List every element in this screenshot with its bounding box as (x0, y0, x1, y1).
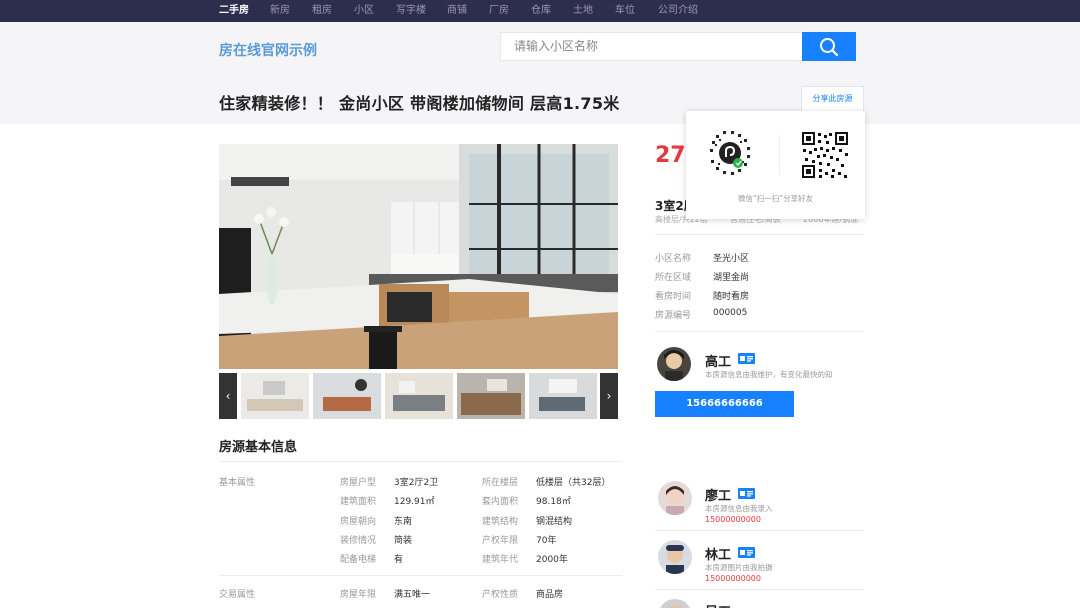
info-value: 98.18㎡ (536, 497, 571, 507)
avatar[interactable] (658, 540, 692, 574)
divider (655, 331, 864, 332)
basic-info-title: 房源基本信息 (219, 440, 298, 455)
agent-phone[interactable]: 15000000000 (705, 574, 761, 583)
agent-name: 高工 (705, 355, 732, 370)
thumb-next-button[interactable]: › (600, 373, 618, 419)
info-value: 东南 (394, 517, 413, 527)
avatar[interactable] (657, 347, 691, 381)
nav-item-chewei[interactable]: 车位 (615, 0, 635, 22)
agent-phone[interactable]: 15000000000 (705, 515, 761, 524)
summary-value: 湖里金尚 (713, 273, 750, 283)
share-hint: 微信“扫一扫”分享好友 (737, 194, 814, 203)
nav-item-company[interactable]: 公司介绍 (658, 0, 698, 22)
info-label: 房屋朝向 (340, 517, 377, 527)
summary-value: 随时看房 (713, 292, 750, 302)
site-title[interactable]: 房在线官网示例 (219, 40, 317, 60)
divider (219, 461, 622, 462)
summary-label: 小区名称 (655, 254, 692, 264)
nav-item-xiezilou[interactable]: 写字楼 (396, 0, 426, 22)
chevron-left-icon: ‹ (225, 389, 231, 403)
agent-desc: 本房源信息由我维护，有变化最快的知 (705, 370, 833, 379)
summary-value: 圣光小区 (713, 254, 750, 264)
info-label: 建筑结构 (482, 517, 519, 527)
agent-desc: 本房源信息由我录入 (705, 504, 773, 513)
group-label-basic: 基本属性 (219, 478, 256, 488)
info-label: 所在楼层 (482, 478, 519, 488)
info-label: 房屋户型 (340, 478, 377, 488)
id-card-icon (738, 353, 755, 364)
agent-name: 林工 (705, 548, 732, 563)
nav-item-ershoufang[interactable]: 二手房 (219, 0, 249, 22)
info-value: 3室2厅2卫 (394, 478, 439, 488)
thumbnail-2[interactable] (313, 373, 381, 419)
nav-item-changfang[interactable]: 厂房 (489, 0, 509, 22)
nav-item-zufang[interactable]: 租房 (312, 0, 332, 22)
listing-title: 住家精装修！！ 金尚小区 带阁楼加储物间 层高1.75米 (219, 94, 620, 113)
price: 27 (655, 143, 686, 168)
divider (779, 135, 780, 175)
thumbnail-5[interactable] (529, 373, 597, 419)
info-value: 商品房 (536, 590, 564, 600)
divider (655, 234, 864, 235)
nav-item-xiaoqu[interactable]: 小区 (354, 0, 374, 22)
info-label: 套内面积 (482, 497, 519, 507)
chevron-right-icon: › (606, 389, 612, 403)
top-nav: 二手房 新房 租房 小区 写字楼 商铺 厂房 仓库 土地 车位 公司介绍 (0, 0, 1080, 22)
summary-value: 000005 (713, 308, 748, 318)
nav-item-tudi[interactable]: 土地 (573, 0, 593, 22)
summary-label: 房源编号 (655, 311, 692, 321)
search-input[interactable]: 请输入小区名称 (500, 32, 803, 61)
summary-label: 看房时间 (655, 292, 692, 302)
divider (655, 530, 864, 531)
kitchen-photo-image (219, 144, 618, 369)
divider (655, 589, 864, 590)
info-label: 房屋年限 (340, 590, 377, 600)
info-value: 70年 (536, 536, 557, 546)
info-label: 建筑面积 (340, 497, 377, 507)
thumbnail-strip: ‹ › (219, 373, 618, 419)
thumbnail-4[interactable] (457, 373, 525, 419)
nav-item-xinfang[interactable]: 新房 (270, 0, 290, 22)
agent-phone-button[interactable]: 15666666666 (655, 391, 794, 417)
nav-item-shangpu[interactable]: 商铺 (447, 0, 467, 22)
group-label-trade: 交易属性 (219, 590, 256, 600)
agent-desc: 本房源图片由我拍摄 (705, 563, 773, 572)
info-label: 产权年限 (482, 536, 519, 546)
thumb-prev-button[interactable]: ‹ (219, 373, 237, 419)
avatar[interactable] (658, 599, 692, 608)
search-icon (820, 38, 839, 57)
info-value: 满五唯一 (394, 590, 431, 600)
info-value: 低楼层（共32层） (536, 478, 611, 488)
info-value: 有 (394, 555, 404, 565)
summary-label: 所在区域 (655, 273, 692, 283)
info-label: 建筑年代 (482, 555, 519, 565)
thumbnail-1[interactable] (241, 373, 309, 419)
id-card-icon (738, 547, 755, 558)
search-button[interactable] (802, 32, 856, 61)
info-value: 简装 (394, 536, 413, 546)
agent-name: 吴工 (705, 601, 731, 608)
agent-name: 廖工 (705, 489, 732, 504)
thumbnail-3[interactable] (385, 373, 453, 419)
main-photo[interactable] (219, 144, 618, 369)
mini-program-code-icon[interactable] (704, 127, 756, 179)
id-card-icon (738, 488, 755, 499)
qr-code-icon[interactable] (801, 131, 849, 179)
share-popup: 微信“扫一扫”分享好友 (686, 111, 865, 219)
info-value: 2000年 (536, 555, 568, 565)
info-label: 产权性质 (482, 590, 519, 600)
share-listing-button[interactable]: 分享此房源 (801, 86, 864, 111)
avatar[interactable] (658, 481, 692, 515)
nav-item-cangku[interactable]: 仓库 (531, 0, 551, 22)
info-label: 配备电梯 (340, 555, 377, 565)
info-label: 装修情况 (340, 536, 377, 546)
info-value: 钢混结构 (536, 517, 573, 527)
info-value: 129.91㎡ (394, 497, 435, 507)
divider (219, 575, 622, 576)
